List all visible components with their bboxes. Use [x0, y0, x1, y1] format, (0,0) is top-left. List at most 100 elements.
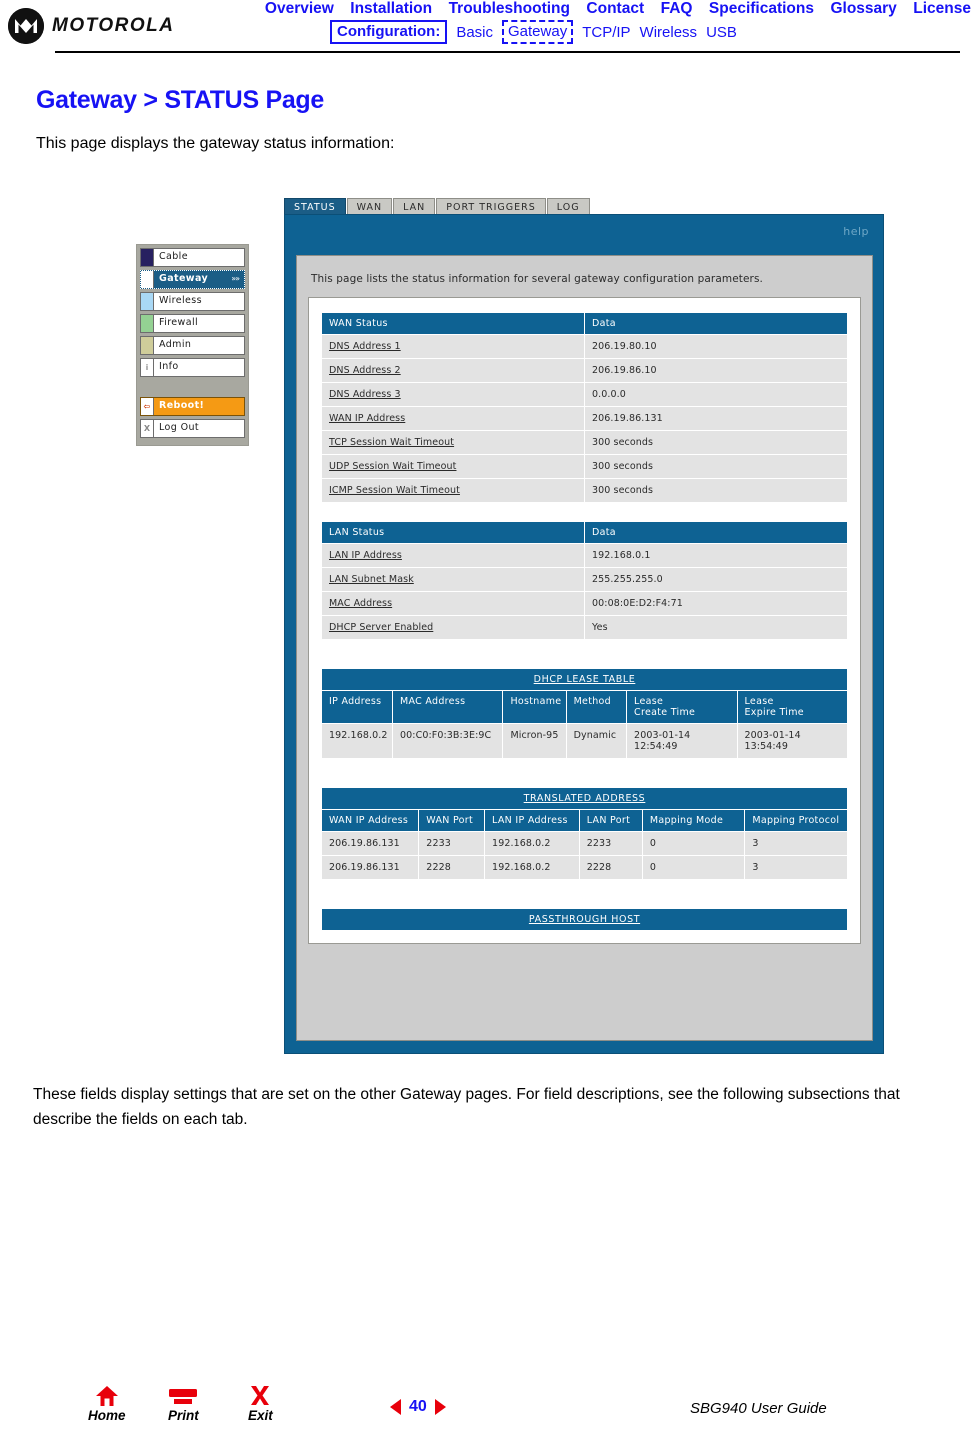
dhcp-header-ip: IP Address	[321, 690, 393, 724]
nav-link-license[interactable]: License	[913, 0, 971, 17]
footer-home-button[interactable]: Home	[88, 1385, 126, 1423]
cell-date: 2003-01-14	[634, 730, 691, 741]
row-label[interactable]: UDP Session Wait Timeout	[321, 454, 585, 479]
row-value: 206.19.80.10	[584, 334, 848, 359]
sidebar-item-label: Cable	[159, 251, 188, 262]
cell-wan-ip: 206.19.86.131	[320, 831, 420, 856]
row-label[interactable]: MAC Address	[321, 591, 585, 616]
table-row: LAN Subnet Mask 255.255.255.0	[321, 567, 848, 592]
row-label[interactable]: DNS Address 1	[321, 334, 585, 359]
row-value: 255.255.255.0	[584, 567, 848, 592]
admin-swatch-icon	[141, 337, 154, 354]
ta-header-lan-port: LAN Port	[578, 809, 643, 832]
table-header-row: LAN Status Data	[321, 521, 848, 544]
footer-print-label: Print	[168, 1408, 199, 1423]
footer-exit-label: Exit	[248, 1408, 273, 1423]
tab-lan[interactable]: LAN	[393, 198, 436, 215]
passthrough-host-banner[interactable]: PASSTHROUGH HOST	[321, 908, 848, 931]
row-label[interactable]: DNS Address 2	[321, 358, 585, 383]
row-label[interactable]: LAN Subnet Mask	[321, 567, 585, 592]
row-label[interactable]: DHCP Server Enabled	[321, 615, 585, 640]
sidebar-item-label: Reboot!	[159, 400, 205, 411]
previous-page-icon[interactable]	[390, 1399, 401, 1415]
table-header-row: WAN Status Data	[321, 312, 848, 335]
sidebar-item-logout[interactable]: X Log Out	[140, 419, 245, 438]
dhcp-header-method: Method	[565, 690, 628, 724]
table-row: DHCP Server Enabled Yes	[321, 615, 848, 640]
sidebar-item-gateway[interactable]: Gateway »»	[140, 270, 245, 289]
table-header-row: IP Address MAC Address Hostname Method L…	[321, 690, 848, 724]
nav-link-specifications[interactable]: Specifications	[709, 0, 814, 17]
config-link-wireless[interactable]: Wireless	[640, 24, 698, 41]
config-link-gateway[interactable]: Gateway	[502, 20, 574, 44]
cell-time: 12:54:49	[634, 741, 678, 752]
table-row: LAN IP Address 192.168.0.1	[321, 543, 848, 568]
sidebar-item-info[interactable]: i Info	[140, 358, 245, 377]
table-row: 192.168.0.2 00:C0:F0:3B:3E:9C Micron-95 …	[321, 723, 848, 759]
sidebar-item-label: Info	[159, 361, 179, 372]
row-value: 206.19.86.131	[584, 406, 848, 431]
nav-link-installation[interactable]: Installation	[350, 0, 432, 17]
row-value: Yes	[584, 615, 848, 640]
cell-method: Dynamic	[565, 723, 628, 759]
footer-exit-button[interactable]: Exit	[248, 1385, 273, 1423]
cell-lan-port: 2228	[578, 855, 643, 880]
dhcp-header-create-time: Lease Create Time	[626, 690, 738, 724]
tab-port-triggers[interactable]: PORT TRIGGERS	[436, 198, 546, 215]
tab-wan[interactable]: WAN	[346, 198, 393, 215]
tab-log[interactable]: LOG	[546, 198, 590, 215]
wan-status-header-data: Data	[584, 312, 848, 335]
row-label[interactable]: WAN IP Address	[321, 406, 585, 431]
header-line-1: Lease	[634, 696, 664, 707]
header-line-2: Create Time	[634, 707, 696, 718]
dhcp-lease-banner[interactable]: DHCP LEASE TABLE	[321, 668, 848, 691]
footer-print-button[interactable]: Print	[168, 1385, 199, 1423]
translated-address-table: TRANSLATED ADDRESS WAN IP Address WAN Po…	[320, 787, 848, 880]
sidebar-item-cable[interactable]: Cable	[140, 248, 245, 267]
sidebar-item-admin[interactable]: Admin	[140, 336, 245, 355]
help-link[interactable]: help	[843, 225, 869, 238]
nav-link-faq[interactable]: FAQ	[661, 0, 693, 17]
row-value: 206.19.86.10	[584, 358, 848, 383]
row-label[interactable]: ICMP Session Wait Timeout	[321, 478, 585, 503]
sidebar-item-reboot[interactable]: ⇦ Reboot!	[140, 397, 245, 416]
table-spacer	[321, 880, 848, 908]
router-window-body: help This page lists the status informat…	[284, 214, 884, 1054]
cell-lease-expire-time: 2003-01-14 13:54:49	[736, 723, 848, 759]
config-link-basic[interactable]: Basic	[456, 24, 493, 41]
sidebar-item-label: Gateway	[159, 273, 209, 284]
next-page-icon[interactable]	[434, 1399, 446, 1415]
cell-mapping-mode: 0	[641, 855, 746, 880]
translated-address-banner[interactable]: TRANSLATED ADDRESS	[321, 787, 848, 810]
row-label[interactable]: LAN IP Address	[321, 543, 585, 568]
chevron-right-icon: »»	[231, 274, 240, 283]
dhcp-lease-table: DHCP LEASE TABLE IP Address MAC Address …	[321, 668, 848, 759]
top-navigation: MOTOROLA Overview Installation Troublesh…	[0, 0, 975, 53]
sidebar-item-label: Firewall	[159, 317, 199, 328]
configuration-label[interactable]: Configuration:	[330, 20, 448, 44]
config-link-tcpip[interactable]: TCP/IP	[582, 24, 630, 41]
wireless-swatch-icon	[141, 293, 154, 310]
nav-link-overview[interactable]: Overview	[265, 0, 334, 17]
table-spacer	[321, 640, 848, 668]
ta-header-lan-ip: LAN IP Address	[484, 809, 580, 832]
wan-status-header-name: WAN Status	[321, 312, 585, 335]
sidebar-item-wireless[interactable]: Wireless	[140, 292, 245, 311]
router-tab-bar: STATUS WAN LAN PORT TRIGGERS LOG	[284, 196, 591, 215]
nav-link-contact[interactable]: Contact	[586, 0, 644, 17]
dhcp-header-mac: MAC Address	[391, 690, 504, 724]
cell-lease-create-time: 2003-01-14 12:54:49	[626, 723, 738, 759]
row-label[interactable]: TCP Session Wait Timeout	[321, 430, 585, 455]
tab-status[interactable]: STATUS	[284, 198, 346, 215]
row-label[interactable]: DNS Address 3	[321, 382, 585, 407]
lan-status-table: LAN Status Data LAN IP Address 192.168.0…	[321, 521, 848, 640]
guide-title: SBG940 User Guide	[690, 1400, 827, 1417]
config-link-usb[interactable]: USB	[706, 24, 737, 41]
nav-link-glossary[interactable]: Glossary	[830, 0, 896, 17]
sidebar-item-firewall[interactable]: Firewall	[140, 314, 245, 333]
row-value: 0.0.0.0	[584, 382, 848, 407]
cell-ip-address: 192.168.0.2	[321, 723, 393, 759]
nav-link-troubleshooting[interactable]: Troubleshooting	[449, 0, 570, 17]
sidebar-item-label: Admin	[159, 339, 192, 350]
